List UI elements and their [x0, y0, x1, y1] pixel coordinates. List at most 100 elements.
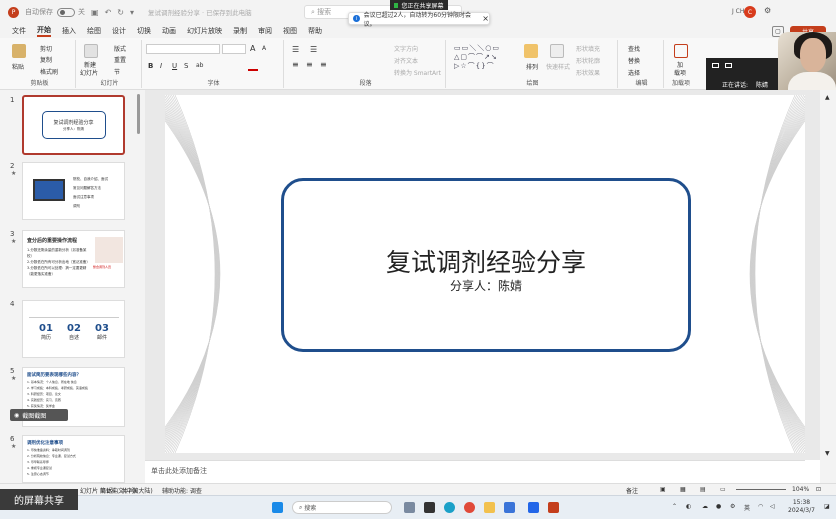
- tab-slideshow[interactable]: 幻灯片放映: [187, 26, 222, 36]
- numbering-icon[interactable]: ☰: [310, 45, 317, 54]
- scroll-up-icon[interactable]: ▲: [825, 94, 830, 101]
- meeting-app-icon[interactable]: [528, 502, 539, 513]
- language-status[interactable]: 简体中文(中国大陆): [100, 486, 153, 495]
- tray-wechat-icon[interactable]: ●: [716, 503, 721, 510]
- save-icon[interactable]: ▣: [91, 8, 99, 17]
- slide-thumbnail-1[interactable]: 复试调剂经验分享 分享人：陈婧: [22, 95, 125, 155]
- strikethrough-button[interactable]: S: [184, 62, 188, 70]
- arrange-button[interactable]: 排列: [526, 62, 538, 71]
- chevron-up-icon[interactable]: ⌃: [672, 503, 677, 510]
- underline-button[interactable]: U: [172, 62, 177, 70]
- tab-animations[interactable]: 动画: [162, 26, 176, 36]
- shape-outline-button[interactable]: 形状轮廓: [576, 56, 600, 65]
- store-icon[interactable]: [504, 502, 515, 513]
- taskbar-search-input[interactable]: ⌕ 搜索: [292, 501, 392, 514]
- font-size-select[interactable]: [222, 44, 246, 54]
- find-button[interactable]: 查找: [628, 44, 640, 53]
- grow-font-button[interactable]: A: [250, 44, 255, 53]
- tab-design[interactable]: 设计: [112, 26, 126, 36]
- shapes-gallery-icon[interactable]: ▭▭＼＼○▭ △▢⌒⌒↗↘ ▷☆⌒{}⌒: [454, 44, 514, 72]
- paste-icon[interactable]: [12, 44, 26, 58]
- tab-draw[interactable]: 绘图: [87, 26, 101, 36]
- reset-button[interactable]: 重置: [114, 55, 126, 64]
- tab-transitions[interactable]: 切换: [137, 26, 151, 36]
- slide-canvas[interactable]: 复试调剂经验分享 分享人：陈婧: [165, 95, 805, 453]
- text-direction-button[interactable]: 文字方向: [394, 44, 418, 53]
- char-spacing-button[interactable]: ab: [196, 62, 204, 69]
- screen-share-banner[interactable]: 您正在共享屏幕: [390, 0, 448, 10]
- slide-title[interactable]: 复试调剂经验分享: [284, 243, 688, 279]
- customize-toolbar-icon[interactable]: ▾: [130, 8, 134, 17]
- notes-pane[interactable]: 单击此处添加备注: [145, 460, 805, 482]
- accessibility-status[interactable]: 辅助功能: 调查: [162, 486, 202, 495]
- notification-icon[interactable]: ◪: [824, 503, 830, 510]
- tab-record[interactable]: 录制: [233, 26, 247, 36]
- zoom-slider[interactable]: [736, 489, 786, 490]
- settings-icon[interactable]: ⚙: [764, 6, 771, 15]
- close-icon[interactable]: ×: [482, 14, 489, 23]
- slideshow-view-icon[interactable]: ▭: [720, 486, 726, 493]
- task-view-icon[interactable]: [404, 502, 415, 513]
- wifi-icon[interactable]: ◠: [758, 503, 763, 510]
- system-clock[interactable]: 15:38 2024/3/7: [788, 499, 815, 515]
- undo-icon[interactable]: ↶: [105, 8, 112, 17]
- file-explorer-icon[interactable]: [424, 502, 435, 513]
- align-right-icon[interactable]: ≡: [320, 60, 327, 69]
- sorter-view-icon[interactable]: ▦: [680, 486, 686, 493]
- tab-review[interactable]: 审阅: [258, 26, 272, 36]
- input-language[interactable]: 英: [744, 503, 750, 512]
- folder-icon[interactable]: [484, 502, 495, 513]
- tab-insert[interactable]: 插入: [62, 26, 76, 36]
- bold-button[interactable]: B: [148, 62, 153, 70]
- addins-icon[interactable]: [674, 44, 688, 58]
- font-name-select[interactable]: [146, 44, 220, 54]
- shape-fill-button[interactable]: 形状填充: [576, 44, 600, 53]
- new-slide-icon[interactable]: [84, 44, 98, 58]
- align-left-icon[interactable]: ≡: [292, 60, 299, 69]
- slide-thumbnail-2[interactable]: 院校、自我介绍、面试 常见问题解答方法 面试注意事项 调剂: [22, 162, 125, 220]
- addins-button-line2[interactable]: 载项: [674, 68, 686, 77]
- tab-home[interactable]: 开始: [37, 25, 51, 37]
- avatar[interactable]: C: [744, 6, 756, 18]
- tab-view[interactable]: 视图: [283, 26, 297, 36]
- tray-cloud-icon[interactable]: ☁: [702, 503, 708, 510]
- quick-styles-button[interactable]: 快速样式: [546, 62, 570, 71]
- zoom-level[interactable]: 104%: [792, 486, 809, 493]
- scroll-down-icon[interactable]: ▼: [825, 450, 830, 457]
- reading-view-icon[interactable]: ▤: [700, 486, 706, 493]
- windows-start-icon[interactable]: [272, 502, 283, 513]
- fit-to-window-icon[interactable]: ⊡: [816, 486, 821, 493]
- slide-thumbnail-4[interactable]: 01 简历 02 自述 03 邮件: [22, 300, 125, 358]
- slide-thumbnail-3[interactable]: 查分后的重要操作流程 1.分数还剩余量的重新分析（另准备某校） 2.分数低在所有…: [22, 230, 125, 288]
- italic-button[interactable]: I: [160, 62, 162, 70]
- convert-smartart-button[interactable]: 转换为 SmartArt: [394, 68, 441, 77]
- font-color-icon[interactable]: [248, 61, 258, 71]
- paste-button[interactable]: 粘贴: [12, 62, 24, 71]
- editor-scrollbar[interactable]: ▲ ▼: [820, 90, 836, 483]
- slide-subtitle[interactable]: 分享人：陈婧: [284, 277, 688, 294]
- edge-icon[interactable]: [444, 502, 455, 513]
- replace-button[interactable]: 替换: [628, 56, 640, 65]
- shrink-font-button[interactable]: A: [262, 45, 266, 52]
- volume-icon[interactable]: ◁: [770, 503, 775, 510]
- copy-button[interactable]: 复制: [40, 55, 52, 64]
- tab-help[interactable]: 帮助: [308, 26, 322, 36]
- minimize-icon[interactable]: [712, 63, 719, 68]
- format-painter-button[interactable]: 格式刷: [40, 67, 58, 76]
- arrange-icon[interactable]: [524, 44, 538, 58]
- tab-file[interactable]: 文件: [12, 26, 26, 36]
- autosave-toggle[interactable]: [57, 7, 75, 17]
- shape-effects-button[interactable]: 形状效果: [576, 68, 600, 77]
- align-center-icon[interactable]: ≡: [306, 60, 313, 69]
- quick-styles-icon[interactable]: [550, 44, 564, 58]
- thumbnail-scrollbar[interactable]: [137, 94, 140, 134]
- chrome-icon[interactable]: [464, 502, 475, 513]
- cut-button[interactable]: 剪切: [40, 44, 52, 53]
- powerpoint-taskbar-icon[interactable]: [548, 502, 559, 513]
- select-button[interactable]: 选择: [628, 68, 640, 77]
- window-icon[interactable]: [725, 63, 732, 68]
- redo-icon[interactable]: ↻: [117, 8, 124, 17]
- align-text-button[interactable]: 对齐文本: [394, 56, 418, 65]
- screenshot-caption[interactable]: ◉ 截图截图: [10, 409, 68, 421]
- layout-button[interactable]: 版式: [114, 44, 126, 53]
